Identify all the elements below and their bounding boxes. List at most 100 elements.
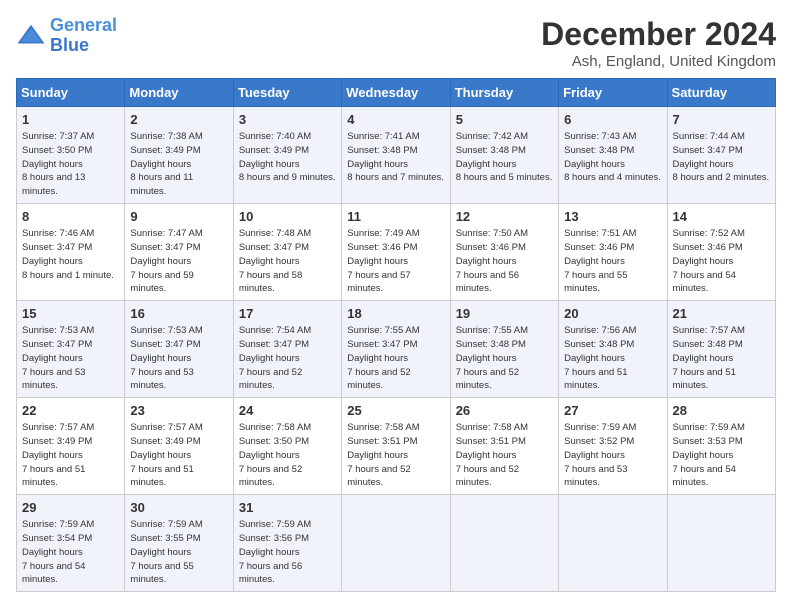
cell-content: Sunrise: 7:37 AMSunset: 3:50 PMDaylight … xyxy=(22,130,119,199)
day-number: 1 xyxy=(22,111,119,129)
cell-content: Sunrise: 7:41 AMSunset: 3:48 PMDaylight … xyxy=(347,130,444,185)
calendar-cell: 28Sunrise: 7:59 AMSunset: 3:53 PMDayligh… xyxy=(667,398,775,495)
day-number: 26 xyxy=(456,402,553,420)
calendar-cell: 2Sunrise: 7:38 AMSunset: 3:49 PMDaylight… xyxy=(125,107,233,204)
calendar-cell: 14Sunrise: 7:52 AMSunset: 3:46 PMDayligh… xyxy=(667,204,775,301)
calendar-cell: 23Sunrise: 7:57 AMSunset: 3:49 PMDayligh… xyxy=(125,398,233,495)
day-number: 25 xyxy=(347,402,444,420)
day-number: 30 xyxy=(130,499,227,517)
calendar-cell: 8Sunrise: 7:46 AMSunset: 3:47 PMDaylight… xyxy=(17,204,125,301)
cell-content: Sunrise: 7:57 AMSunset: 3:48 PMDaylight … xyxy=(673,324,770,393)
day-number: 14 xyxy=(673,208,770,226)
day-number: 2 xyxy=(130,111,227,129)
header-cell-saturday: Saturday xyxy=(667,79,775,107)
day-number: 11 xyxy=(347,208,444,226)
logo: General Blue xyxy=(16,16,117,56)
calendar-cell: 29Sunrise: 7:59 AMSunset: 3:54 PMDayligh… xyxy=(17,495,125,592)
day-number: 27 xyxy=(564,402,661,420)
cell-content: Sunrise: 7:59 AMSunset: 3:56 PMDaylight … xyxy=(239,518,336,587)
day-number: 20 xyxy=(564,305,661,323)
calendar-cell xyxy=(342,495,450,592)
day-number: 5 xyxy=(456,111,553,129)
day-number: 13 xyxy=(564,208,661,226)
cell-content: Sunrise: 7:48 AMSunset: 3:47 PMDaylight … xyxy=(239,227,336,296)
day-number: 23 xyxy=(130,402,227,420)
day-number: 9 xyxy=(130,208,227,226)
cell-content: Sunrise: 7:59 AMSunset: 3:52 PMDaylight … xyxy=(564,421,661,490)
calendar-cell: 5Sunrise: 7:42 AMSunset: 3:48 PMDaylight… xyxy=(450,107,558,204)
calendar-cell: 30Sunrise: 7:59 AMSunset: 3:55 PMDayligh… xyxy=(125,495,233,592)
cell-content: Sunrise: 7:59 AMSunset: 3:54 PMDaylight … xyxy=(22,518,119,587)
day-number: 15 xyxy=(22,305,119,323)
day-number: 22 xyxy=(22,402,119,420)
cell-content: Sunrise: 7:56 AMSunset: 3:48 PMDaylight … xyxy=(564,324,661,393)
cell-content: Sunrise: 7:46 AMSunset: 3:47 PMDaylight … xyxy=(22,227,119,282)
cell-content: Sunrise: 7:47 AMSunset: 3:47 PMDaylight … xyxy=(130,227,227,296)
logo-icon xyxy=(16,21,46,51)
calendar-cell: 21Sunrise: 7:57 AMSunset: 3:48 PMDayligh… xyxy=(667,301,775,398)
day-number: 10 xyxy=(239,208,336,226)
calendar-week-5: 29Sunrise: 7:59 AMSunset: 3:54 PMDayligh… xyxy=(17,495,776,592)
cell-content: Sunrise: 7:44 AMSunset: 3:47 PMDaylight … xyxy=(673,130,770,185)
calendar-cell: 1Sunrise: 7:37 AMSunset: 3:50 PMDaylight… xyxy=(17,107,125,204)
calendar-cell: 7Sunrise: 7:44 AMSunset: 3:47 PMDaylight… xyxy=(667,107,775,204)
calendar-cell: 19Sunrise: 7:55 AMSunset: 3:48 PMDayligh… xyxy=(450,301,558,398)
calendar-cell xyxy=(667,495,775,592)
cell-content: Sunrise: 7:55 AMSunset: 3:48 PMDaylight … xyxy=(456,324,553,393)
day-number: 16 xyxy=(130,305,227,323)
day-number: 24 xyxy=(239,402,336,420)
calendar-cell: 22Sunrise: 7:57 AMSunset: 3:49 PMDayligh… xyxy=(17,398,125,495)
cell-content: Sunrise: 7:50 AMSunset: 3:46 PMDaylight … xyxy=(456,227,553,296)
day-number: 6 xyxy=(564,111,661,129)
cell-content: Sunrise: 7:54 AMSunset: 3:47 PMDaylight … xyxy=(239,324,336,393)
cell-content: Sunrise: 7:58 AMSunset: 3:51 PMDaylight … xyxy=(456,421,553,490)
calendar-cell: 20Sunrise: 7:56 AMSunset: 3:48 PMDayligh… xyxy=(559,301,667,398)
cell-content: Sunrise: 7:42 AMSunset: 3:48 PMDaylight … xyxy=(456,130,553,185)
calendar-cell: 27Sunrise: 7:59 AMSunset: 3:52 PMDayligh… xyxy=(559,398,667,495)
day-number: 21 xyxy=(673,305,770,323)
cell-content: Sunrise: 7:58 AMSunset: 3:51 PMDaylight … xyxy=(347,421,444,490)
header-row: SundayMondayTuesdayWednesdayThursdayFrid… xyxy=(17,79,776,107)
calendar-cell: 10Sunrise: 7:48 AMSunset: 3:47 PMDayligh… xyxy=(233,204,341,301)
cell-content: Sunrise: 7:38 AMSunset: 3:49 PMDaylight … xyxy=(130,130,227,199)
day-number: 31 xyxy=(239,499,336,517)
day-number: 29 xyxy=(22,499,119,517)
calendar-cell: 9Sunrise: 7:47 AMSunset: 3:47 PMDaylight… xyxy=(125,204,233,301)
header-cell-sunday: Sunday xyxy=(17,79,125,107)
day-number: 4 xyxy=(347,111,444,129)
calendar-cell: 25Sunrise: 7:58 AMSunset: 3:51 PMDayligh… xyxy=(342,398,450,495)
day-number: 28 xyxy=(673,402,770,420)
cell-content: Sunrise: 7:58 AMSunset: 3:50 PMDaylight … xyxy=(239,421,336,490)
calendar-title: December 2024 xyxy=(541,16,776,53)
calendar-cell: 26Sunrise: 7:58 AMSunset: 3:51 PMDayligh… xyxy=(450,398,558,495)
calendar-cell: 15Sunrise: 7:53 AMSunset: 3:47 PMDayligh… xyxy=(17,301,125,398)
calendar-week-1: 1Sunrise: 7:37 AMSunset: 3:50 PMDaylight… xyxy=(17,107,776,204)
calendar-cell: 12Sunrise: 7:50 AMSunset: 3:46 PMDayligh… xyxy=(450,204,558,301)
cell-content: Sunrise: 7:49 AMSunset: 3:46 PMDaylight … xyxy=(347,227,444,296)
calendar-week-2: 8Sunrise: 7:46 AMSunset: 3:47 PMDaylight… xyxy=(17,204,776,301)
header-cell-wednesday: Wednesday xyxy=(342,79,450,107)
title-block: December 2024 Ash, England, United Kingd… xyxy=(541,16,776,70)
logo-text: General Blue xyxy=(50,16,117,56)
day-number: 3 xyxy=(239,111,336,129)
cell-content: Sunrise: 7:40 AMSunset: 3:49 PMDaylight … xyxy=(239,130,336,185)
calendar-cell: 18Sunrise: 7:55 AMSunset: 3:47 PMDayligh… xyxy=(342,301,450,398)
day-number: 12 xyxy=(456,208,553,226)
cell-content: Sunrise: 7:53 AMSunset: 3:47 PMDaylight … xyxy=(22,324,119,393)
calendar-cell: 6Sunrise: 7:43 AMSunset: 3:48 PMDaylight… xyxy=(559,107,667,204)
calendar-cell: 13Sunrise: 7:51 AMSunset: 3:46 PMDayligh… xyxy=(559,204,667,301)
cell-content: Sunrise: 7:55 AMSunset: 3:47 PMDaylight … xyxy=(347,324,444,393)
day-number: 18 xyxy=(347,305,444,323)
cell-content: Sunrise: 7:51 AMSunset: 3:46 PMDaylight … xyxy=(564,227,661,296)
page-header: General Blue December 2024 Ash, England,… xyxy=(16,16,776,70)
cell-content: Sunrise: 7:57 AMSunset: 3:49 PMDaylight … xyxy=(22,421,119,490)
header-cell-friday: Friday xyxy=(559,79,667,107)
calendar-week-3: 15Sunrise: 7:53 AMSunset: 3:47 PMDayligh… xyxy=(17,301,776,398)
day-number: 17 xyxy=(239,305,336,323)
day-number: 19 xyxy=(456,305,553,323)
calendar-table: SundayMondayTuesdayWednesdayThursdayFrid… xyxy=(16,78,776,592)
cell-content: Sunrise: 7:53 AMSunset: 3:47 PMDaylight … xyxy=(130,324,227,393)
calendar-cell: 3Sunrise: 7:40 AMSunset: 3:49 PMDaylight… xyxy=(233,107,341,204)
cell-content: Sunrise: 7:43 AMSunset: 3:48 PMDaylight … xyxy=(564,130,661,185)
calendar-subtitle: Ash, England, United Kingdom xyxy=(541,53,776,70)
